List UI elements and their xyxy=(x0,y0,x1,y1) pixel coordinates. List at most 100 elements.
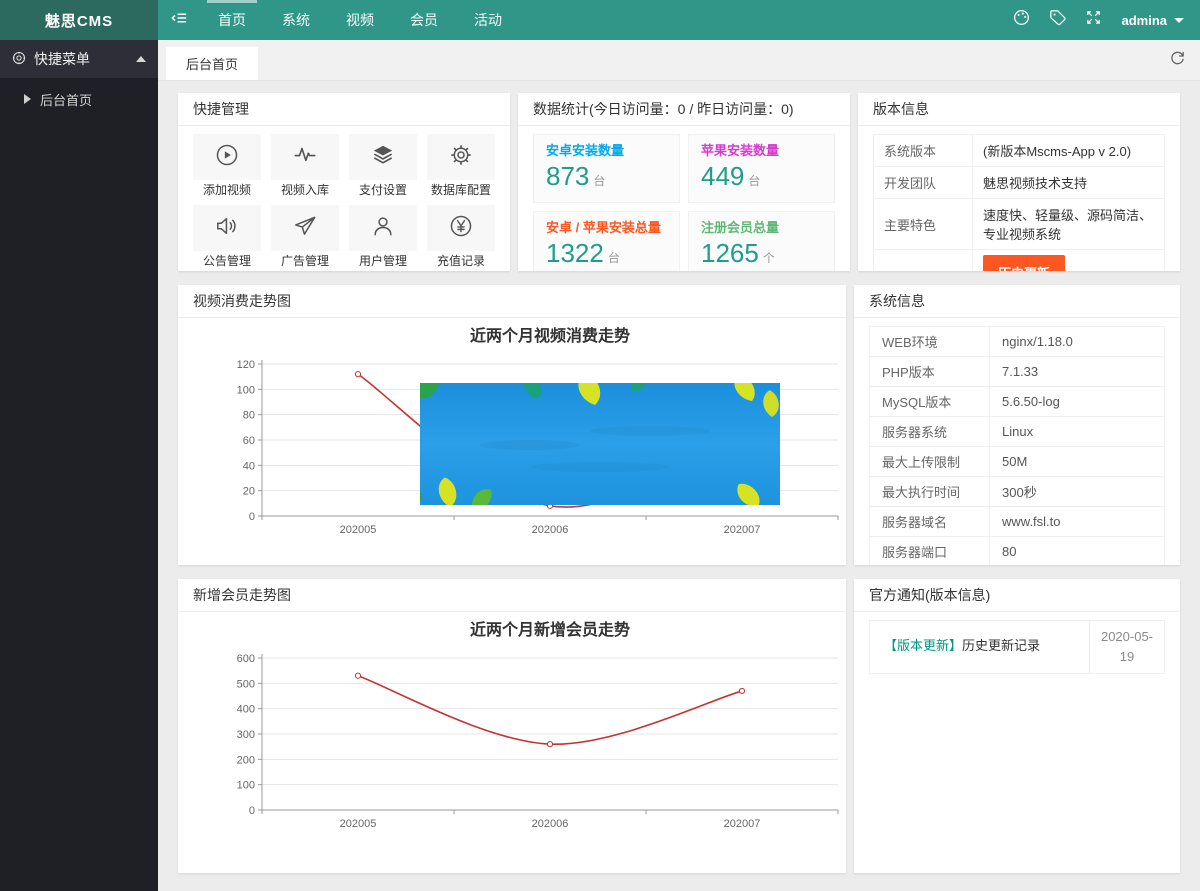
stat-unit: 台 xyxy=(608,251,620,265)
dashboard-content: 快捷管理 添加视频 视频入库 支付设置 xyxy=(158,81,1200,891)
tag-icon xyxy=(1048,8,1067,32)
svg-text:300: 300 xyxy=(237,729,255,741)
quick-button-announcements[interactable]: 公告管理 xyxy=(193,205,261,268)
chevron-down-icon xyxy=(1174,18,1184,23)
new-members-line-chart: 0100200300400500600202005202006202007 xyxy=(198,650,846,830)
quick-button-label: 数据库配置 xyxy=(427,183,495,197)
sidebar-group-quick-menu[interactable]: 快捷菜单 xyxy=(0,40,158,78)
history-update-button[interactable]: 历史更新 xyxy=(983,255,1065,271)
system-info-panel: 系统信息 WEB环境nginx/1.18.0 PHP版本7.1.33 MySQL… xyxy=(854,285,1180,565)
svg-text:100: 100 xyxy=(237,780,255,792)
svg-text:0: 0 xyxy=(249,511,255,523)
features-value: 速度快、轻量级、源码简洁、专业视频系统 xyxy=(973,199,1165,250)
nav-item-home[interactable]: 首页 xyxy=(200,0,264,40)
chart-title: 近两个月新增会员走势 xyxy=(262,620,838,642)
svg-text:202005: 202005 xyxy=(340,818,377,830)
speaker-icon xyxy=(214,213,240,244)
version-info-table: 系统版本(新版本Mscms-App v 2.0) 开发团队魅思视频技术支持 主要… xyxy=(873,134,1165,271)
version-info-panel: 版本信息 系统版本(新版本Mscms-App v 2.0) 开发团队魅思视频技术… xyxy=(858,93,1180,271)
pulse-icon xyxy=(292,142,318,173)
panel-title: 新增会员走势图 xyxy=(178,579,846,612)
svg-text:202006: 202006 xyxy=(532,524,569,536)
chart-title: 近两个月视频消费走势 xyxy=(262,326,838,348)
quick-button-database-config[interactable]: 数据库配置 xyxy=(427,134,495,197)
palette-icon xyxy=(1012,8,1031,32)
quick-button-label: 支付设置 xyxy=(349,183,417,197)
paper-plane-icon xyxy=(292,213,318,244)
quick-button-ads[interactable]: 广告管理 xyxy=(271,205,339,268)
shrink-menu-icon xyxy=(170,9,189,32)
quick-button-users[interactable]: 用户管理 xyxy=(349,205,417,268)
nav-item-system[interactable]: 系统 xyxy=(264,0,328,40)
user-menu[interactable]: admina xyxy=(1121,13,1184,28)
nav-item-member[interactable]: 会员 xyxy=(392,0,456,40)
table-row: 服务器端口80 xyxy=(870,537,1165,566)
svg-text:202007: 202007 xyxy=(724,818,761,830)
promo-image-overlay[interactable] xyxy=(420,383,780,505)
sidebar-group-label: 快捷菜单 xyxy=(34,49,90,69)
quick-button-recharge-records[interactable]: 充值记录 xyxy=(427,205,495,268)
chevron-up-icon xyxy=(136,56,146,62)
quick-button-label: 视频入库 xyxy=(271,183,339,197)
tag-tool-button[interactable] xyxy=(1039,0,1075,40)
table-row: 服务器域名www.fsl.to xyxy=(870,507,1165,537)
svg-text:100: 100 xyxy=(237,384,255,396)
table-row: 开发团队魅思视频技术支持 xyxy=(874,167,1165,199)
quick-button-label: 公告管理 xyxy=(193,254,261,268)
table-row: WEB环境nginx/1.18.0 xyxy=(870,327,1165,357)
table-row: PHP版本7.1.33 xyxy=(870,357,1165,387)
layers-icon xyxy=(370,142,396,173)
play-circle-icon xyxy=(214,142,240,173)
quick-button-video-import[interactable]: 视频入库 xyxy=(271,134,339,197)
notice-date: 2020-05-19 xyxy=(1089,621,1164,673)
nav-item-video[interactable]: 视频 xyxy=(328,0,392,40)
table-row: 服务器系统Linux xyxy=(870,417,1165,447)
quick-button-label: 添加视频 xyxy=(193,183,261,197)
svg-text:80: 80 xyxy=(243,410,255,422)
notice-tag: 【版本更新】 xyxy=(884,638,962,653)
username: admina xyxy=(1121,13,1167,28)
user-icon xyxy=(370,213,396,244)
panel-title: 数据统计(今日访问量：0 / 昨日访问量：0) xyxy=(518,93,850,126)
svg-text:120: 120 xyxy=(237,359,255,371)
tab-dashboard[interactable]: 后台首页 xyxy=(166,47,258,80)
svg-text:500: 500 xyxy=(237,678,255,690)
quick-button-add-video[interactable]: 添加视频 xyxy=(193,134,261,197)
system-info-table: WEB环境nginx/1.18.0 PHP版本7.1.33 MySQL版本5.6… xyxy=(869,326,1165,565)
triangle-right-icon xyxy=(24,94,31,104)
stat-card-android-installs: 安卓安装数量 873台 xyxy=(533,134,680,203)
panel-title: 版本信息 xyxy=(858,93,1180,126)
nav-item-activity[interactable]: 活动 xyxy=(456,0,520,40)
stat-card-registered-members: 注册会员总量 1265个 xyxy=(688,211,835,271)
refresh-icon xyxy=(1169,49,1186,71)
table-row: 系统版本(新版本Mscms-App v 2.0) xyxy=(874,135,1165,167)
svg-text:202005: 202005 xyxy=(340,524,377,536)
gear-icon xyxy=(448,142,474,173)
quick-button-payment-settings[interactable]: 支付设置 xyxy=(349,134,417,197)
video-consume-chart-panel: 视频消费走势图 近两个月视频消费走势 020406080100120202005… xyxy=(178,285,846,565)
refresh-button[interactable] xyxy=(1166,49,1188,71)
svg-text:60: 60 xyxy=(243,435,255,447)
svg-text:202006: 202006 xyxy=(532,818,569,830)
sidebar-item-dashboard[interactable]: 后台首页 xyxy=(0,78,158,120)
official-notice-panel: 官方通知(版本信息) 【版本更新】历史更新记录 2020-05-19 xyxy=(854,579,1180,873)
notice-list-item[interactable]: 【版本更新】历史更新记录 2020-05-19 xyxy=(869,620,1165,674)
svg-text:0: 0 xyxy=(249,805,255,817)
stat-card-ios-installs: 苹果安装数量 449台 xyxy=(688,134,835,203)
fullscreen-button[interactable] xyxy=(1075,0,1111,40)
panel-title: 快捷管理 xyxy=(178,93,510,126)
stat-unit: 台 xyxy=(593,174,605,188)
tab-bar: 后台首页 xyxy=(158,40,1200,81)
svg-text:600: 600 xyxy=(237,653,255,665)
collapse-sidebar-button[interactable] xyxy=(158,0,200,40)
theme-button[interactable] xyxy=(1003,0,1039,40)
dev-team-value: 魅思视频技术支持 xyxy=(973,167,1165,199)
panel-title: 视频消费走势图 xyxy=(178,285,846,318)
stat-unit: 台 xyxy=(748,174,760,188)
table-row: MySQL版本5.6.50-log xyxy=(870,387,1165,417)
left-sidebar: 快捷菜单 后台首页 xyxy=(0,40,158,891)
table-row: 主要特色速度快、轻量级、源码简洁、专业视频系统 xyxy=(874,199,1165,250)
panel-title: 官方通知(版本信息) xyxy=(854,579,1180,612)
stat-value: 1265 xyxy=(701,238,759,268)
svg-text:20: 20 xyxy=(243,486,255,498)
